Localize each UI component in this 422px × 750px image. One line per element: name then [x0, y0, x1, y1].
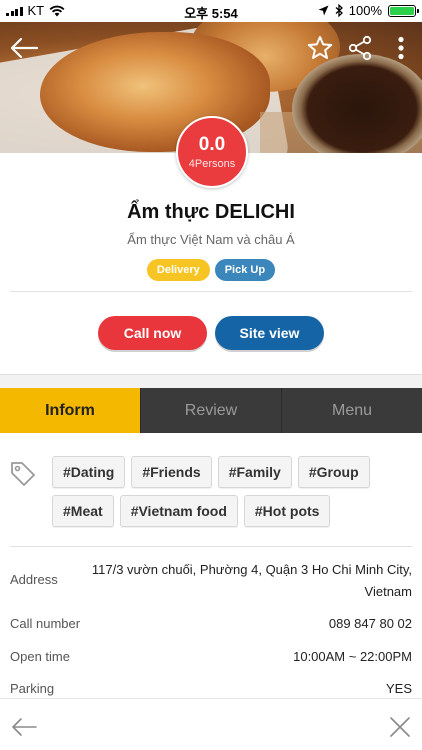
battery-fill: [390, 6, 414, 15]
tab-bar: Inform Review Menu: [0, 388, 422, 433]
parking-row: Parking YES: [10, 681, 412, 699]
address-label: Address: [10, 572, 58, 587]
bluetooth-icon: [335, 4, 343, 17]
address-line-2: Vietnam: [364, 584, 412, 599]
rating-count: 4Persons: [188, 158, 236, 170]
bottom-back-button[interactable]: [8, 711, 40, 743]
call-number-label: Call number: [10, 616, 81, 631]
tag-chip[interactable]: #Dating: [52, 456, 126, 488]
share-icon: [348, 35, 372, 61]
section-separator: [0, 374, 422, 388]
divider: [10, 291, 412, 292]
tag-row-1: #Dating #Friends #Family #Group: [52, 456, 370, 488]
parking-value: YES: [385, 681, 412, 696]
address-line-1: 117/3 vườn chuối, Phường 4, Quận 3 Ho Ch…: [91, 562, 412, 577]
restaurant-name: Ẩm thực DELICHI: [127, 201, 295, 223]
bottom-navigation-bar: [0, 698, 422, 750]
address-row: Address 117/3 vườn chuối, Phường 4, Quận…: [10, 560, 412, 604]
pickup-badge: Pick Up: [214, 259, 276, 281]
open-time-value: 10:00AM ~ 22:00PM: [293, 649, 412, 664]
parking-label: Parking: [10, 681, 55, 696]
rating-value: 0.0: [198, 134, 226, 155]
tag-chip[interactable]: #Hot pots: [243, 495, 331, 527]
more-vertical-icon: [398, 36, 404, 60]
rating-badge: 0.0 4Persons: [176, 116, 248, 188]
open-time-row: Open time 10:00AM ~ 22:00PM: [10, 649, 412, 669]
location-arrow-icon: [318, 5, 329, 16]
tag-chip[interactable]: #Group: [297, 456, 370, 488]
tag-chip[interactable]: #Meat: [52, 495, 114, 527]
divider: [10, 546, 412, 547]
tag-chip[interactable]: #Friends: [131, 456, 212, 488]
open-time-label: Open time: [10, 649, 70, 664]
tab-inform[interactable]: Inform: [0, 388, 141, 433]
call-number-value[interactable]: 089 847 80 02: [329, 616, 412, 631]
tab-menu[interactable]: Menu: [282, 388, 422, 433]
share-button[interactable]: [344, 32, 376, 64]
back-arrow-icon: [12, 718, 37, 736]
back-button[interactable]: [6, 32, 42, 64]
battery-icon: [388, 4, 419, 17]
more-button[interactable]: [386, 32, 416, 64]
back-arrow-icon: [10, 37, 39, 59]
restaurant-subtitle: Ẩm thực Việt Nam và châu Á: [127, 232, 295, 247]
site-view-button[interactable]: Site view: [215, 316, 324, 350]
favorite-button[interactable]: [304, 32, 336, 64]
call-number-row: Call number 089 847 80 02: [10, 616, 412, 636]
close-icon: [390, 717, 410, 737]
battery-percent: 100%: [348, 3, 382, 18]
delivery-badge: Delivery: [146, 259, 210, 281]
tab-review[interactable]: Review: [141, 388, 282, 433]
tag-chip[interactable]: #Vietnam food: [119, 495, 238, 527]
call-now-button[interactable]: Call now: [98, 316, 207, 350]
status-right: 100%: [318, 3, 419, 18]
close-button[interactable]: [384, 711, 416, 743]
service-badges: Delivery Pick Up: [0, 259, 422, 281]
tag-chip[interactable]: #Family: [217, 456, 292, 488]
star-icon: [307, 36, 333, 59]
tag-row-2: #Meat #Vietnam food #Hot pots: [52, 495, 331, 527]
tag-icon: [11, 462, 35, 486]
status-bar: KT 오후 5:54 100%: [0, 0, 422, 22]
action-buttons: Call now Site view: [0, 316, 422, 350]
